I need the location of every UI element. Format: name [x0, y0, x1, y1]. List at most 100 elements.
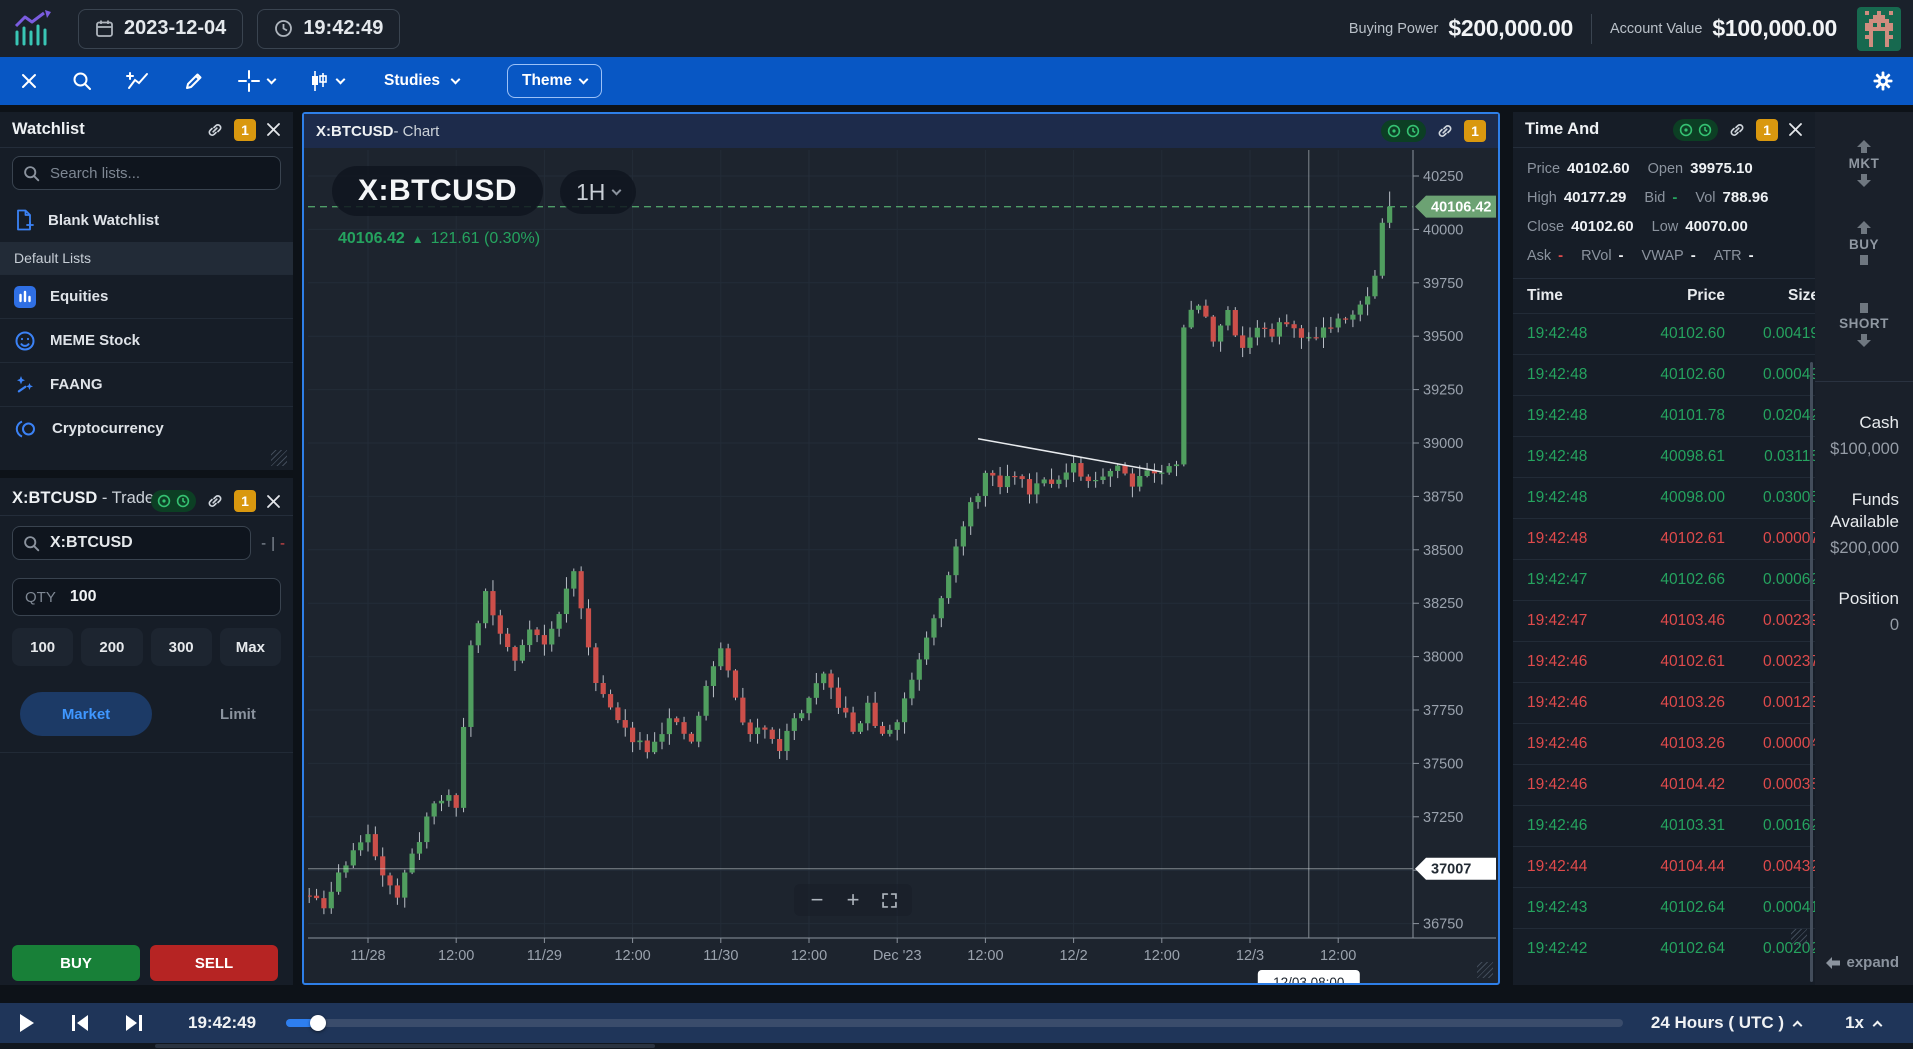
order-type-tabs: Market Limit [0, 692, 293, 736]
slider-thumb[interactable] [310, 1015, 326, 1031]
watchlist-item-equities[interactable]: Equities [0, 274, 293, 318]
chart-type-icon[interactable] [309, 70, 344, 92]
link-status-pill[interactable] [1381, 120, 1426, 142]
stat-label: Ask [1527, 248, 1551, 264]
chart-symbol-pill: X:BTCUSD [332, 166, 543, 216]
speed-selector[interactable]: 1x [1845, 1013, 1881, 1033]
sparkle-icon [14, 374, 36, 396]
stat-value: 788.96 [1723, 189, 1769, 206]
amount-100-button[interactable]: 100 [12, 628, 73, 666]
close-icon[interactable] [266, 122, 281, 137]
qty-input[interactable] [68, 587, 268, 607]
chevron-down-icon[interactable] [336, 75, 346, 85]
step-back-button[interactable] [70, 1014, 90, 1032]
tns-column-headers: Time Price Size [1513, 279, 1815, 313]
studies-menu[interactable]: Studies [384, 72, 459, 90]
close-icon[interactable] [1788, 122, 1803, 137]
close-tool-icon[interactable] [20, 72, 38, 90]
trade-price: 40102.61 [1623, 530, 1725, 548]
trade-title: X:BTCUSD - Trade [12, 488, 172, 509]
candlestick-chart[interactable]: 4025040000397503950039250390003875038500… [304, 148, 1498, 983]
svg-text:37250: 37250 [1423, 810, 1463, 826]
tns-table[interactable]: 19:42:48 40102.60 0.00419 19:42:48 40102… [1513, 313, 1815, 969]
sim-date-button[interactable]: 2023-12-04 [78, 9, 243, 49]
amount-300-button[interactable]: 300 [151, 628, 212, 666]
stat-label: ATR [1714, 248, 1742, 264]
search-icon[interactable] [72, 71, 92, 91]
tab-market[interactable]: Market [20, 692, 152, 736]
link-icon[interactable] [1728, 121, 1746, 139]
stat-label: Bid [1644, 190, 1665, 206]
mkt-order-button[interactable]: MKT [1815, 140, 1913, 187]
link-status-pill[interactable] [1673, 119, 1718, 141]
watchlist-item-meme-stock[interactable]: MEME Stock [0, 318, 293, 362]
trade-price: 40102.61 [1623, 653, 1725, 671]
chart-panel-header[interactable]: X:BTCUSD - Chart 1 [304, 114, 1498, 148]
watchlist-search-input[interactable] [48, 164, 270, 183]
crosshair-tool-icon[interactable] [238, 70, 275, 92]
trade-time: 19:42:47 [1527, 571, 1623, 589]
buy-label: BUY [1849, 237, 1879, 252]
time-and-sales-panel: Time And 1 Price40102 [1513, 112, 1815, 985]
close-icon[interactable] [266, 494, 281, 509]
playback-time: 19:42:49 [188, 1013, 256, 1033]
position-value: 0 [1815, 616, 1899, 635]
short-order-button[interactable]: SHORT [1815, 303, 1913, 347]
sim-time-button[interactable]: 19:42:49 [257, 9, 400, 49]
panel-resize-handle[interactable] [1477, 962, 1493, 978]
bottom-scrollbar-thumb[interactable] [155, 1044, 655, 1048]
session-selector[interactable]: 24 Hours ( UTC ) [1651, 1013, 1801, 1033]
zoom-out-button[interactable]: − [804, 887, 830, 913]
buy-button[interactable]: BUY [12, 945, 140, 981]
svg-text:40106.42: 40106.42 [1431, 200, 1491, 216]
watchlist-item-cryptocurrency[interactable]: Cryptocurrency [0, 406, 293, 450]
symbol-searchbox[interactable] [12, 526, 251, 560]
panel-resize-handle[interactable] [1791, 929, 1807, 945]
playback-slider[interactable] [286, 1019, 1623, 1027]
panel-resize-handle[interactable] [271, 450, 287, 466]
tns-title: Time And [1525, 120, 1599, 139]
amount-200-button[interactable]: 200 [81, 628, 142, 666]
play-button[interactable] [18, 1013, 36, 1033]
blank-watchlist-item[interactable]: Blank Watchlist [0, 198, 293, 242]
timeframe-selector[interactable]: 1H [560, 170, 636, 214]
trade-time: 19:42:46 [1527, 653, 1623, 671]
draw-pencil-icon[interactable] [184, 71, 204, 91]
zoom-in-button[interactable]: + [840, 887, 866, 913]
trade-price: 40103.31 [1623, 817, 1725, 835]
amount-max-button[interactable]: Max [220, 628, 281, 666]
sell-button[interactable]: SELL [150, 945, 278, 981]
expand-button[interactable]: expand [1826, 954, 1899, 971]
link-icon[interactable] [1436, 122, 1454, 140]
watchlist-item-faang[interactable]: FAANG [0, 362, 293, 406]
tns-trade-row: 19:42:48 40102.60 0.00419 [1513, 313, 1815, 354]
link-icon[interactable] [206, 121, 224, 139]
watchlist-search-row [0, 148, 293, 198]
link-group-badge[interactable]: 1 [234, 490, 256, 512]
app-logo-icon[interactable] [12, 10, 54, 48]
chevron-down-icon [451, 75, 461, 85]
step-forward-button[interactable] [124, 1014, 144, 1032]
quantity-field[interactable]: QTY [12, 578, 281, 616]
link-group-badge[interactable]: 1 [234, 119, 256, 141]
trade-price: 40102.64 [1623, 899, 1725, 917]
link-group-badge[interactable]: 1 [1756, 119, 1778, 141]
fullscreen-button[interactable] [876, 887, 902, 913]
theme-menu[interactable]: Theme [507, 64, 602, 98]
drawn-trendline [978, 439, 1162, 472]
link-icon[interactable] [206, 492, 224, 510]
watchlist-searchbox[interactable] [12, 156, 281, 190]
link-group-badge[interactable]: 1 [1464, 120, 1486, 142]
trendline-tool-icon[interactable] [126, 71, 150, 91]
tab-limit[interactable]: Limit [220, 706, 256, 723]
chevron-down-icon[interactable] [267, 75, 277, 85]
buy-order-button[interactable]: BUY [1815, 221, 1913, 265]
user-avatar[interactable] [1857, 7, 1901, 51]
trade-price: 40102.66 [1623, 571, 1725, 589]
link-status-pill[interactable] [151, 490, 196, 512]
settings-gear-icon[interactable] [1873, 71, 1893, 91]
svg-text:40000: 40000 [1423, 222, 1463, 238]
radio-dot-icon [1679, 123, 1693, 137]
scrollbar[interactable] [1810, 362, 1813, 982]
symbol-input[interactable] [48, 533, 240, 553]
